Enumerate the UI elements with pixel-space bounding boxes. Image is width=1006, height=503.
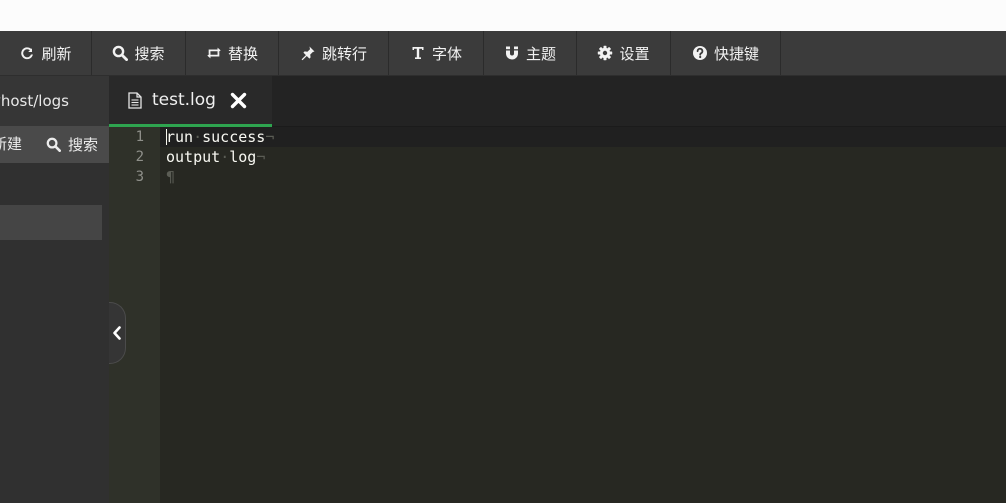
replace-button[interactable]: 替换 — [186, 31, 279, 75]
search-label: 搜索 — [134, 44, 165, 63]
tab-test-log[interactable]: test.log — [109, 76, 272, 127]
shortcuts-label: 快捷键 — [713, 44, 759, 63]
text-cursor — [166, 129, 167, 145]
file-tree-item-selected[interactable] — [0, 205, 102, 240]
file-tree-panel: vhost/logs 新建 搜索 — [0, 76, 109, 503]
tab-label: test.log — [152, 90, 216, 110]
goto-line-button[interactable]: 跳转行 — [279, 31, 389, 75]
goto-line-label: 跳转行 — [321, 44, 367, 63]
file-search-label: 搜索 — [68, 136, 99, 154]
font-label: 字体 — [431, 44, 462, 63]
eol-marker: ¬ — [265, 128, 275, 146]
code-token: run — [166, 128, 194, 146]
code-token: output — [166, 148, 221, 166]
chevron-left-icon — [113, 326, 121, 340]
settings-button[interactable]: 设置 — [577, 31, 671, 75]
theme-button[interactable]: 主题 — [484, 31, 577, 75]
active-line-highlight — [160, 127, 1006, 147]
collapse-sidebar-button[interactable] — [109, 302, 126, 364]
search-icon — [112, 45, 129, 61]
gear-icon — [597, 45, 613, 61]
code-token: log — [229, 148, 257, 166]
new-file-button[interactable]: 新建 — [0, 126, 22, 163]
editor-tab-bar: test.log — [109, 76, 1006, 127]
refresh-label: 刷新 — [41, 44, 72, 63]
close-icon — [230, 92, 247, 108]
line-number: 1 — [135, 129, 144, 145]
shortcuts-button[interactable]: 快捷键 — [671, 31, 781, 75]
code-line[interactable]: ¶ — [166, 167, 175, 187]
close-tab-button[interactable] — [230, 92, 247, 109]
current-path[interactable]: vhost/logs — [0, 76, 109, 126]
pin-icon — [300, 45, 316, 61]
code-token: success — [202, 128, 266, 146]
editor-toolbar: 刷新 搜索 替换 跳转行 字体 主题 设置 快捷键 — [0, 31, 1006, 76]
file-text-icon — [128, 91, 142, 109]
file-search-button[interactable]: 搜索 — [46, 126, 98, 163]
refresh-button[interactable]: 刷新 — [0, 31, 92, 75]
code-editor[interactable]: run·success¬ output·log¬ ¶ — [160, 127, 1006, 503]
whitespace-marker: · — [220, 148, 230, 166]
file-tree-actions: 新建 搜索 — [0, 126, 109, 163]
code-line[interactable]: output·log¬ — [166, 147, 265, 167]
magnet-icon — [504, 45, 520, 61]
font-icon — [410, 45, 426, 61]
line-number: 2 — [135, 149, 144, 165]
settings-label: 设置 — [619, 44, 650, 63]
search-icon — [46, 137, 61, 152]
eol-marker: ¬ — [256, 148, 266, 166]
whitespace-marker: · — [193, 128, 203, 146]
search-button[interactable]: 搜索 — [92, 31, 186, 75]
replace-label: 替换 — [227, 44, 258, 63]
line-number: 3 — [135, 169, 144, 185]
window-top-area — [0, 0, 1006, 31]
font-button[interactable]: 字体 — [389, 31, 484, 75]
theme-label: 主题 — [525, 44, 556, 63]
eof-marker: ¶ — [166, 168, 176, 186]
help-circle-icon — [692, 45, 708, 61]
code-line[interactable]: run·success¬ — [166, 127, 274, 147]
refresh-icon — [19, 45, 35, 61]
replace-icon — [206, 45, 222, 61]
